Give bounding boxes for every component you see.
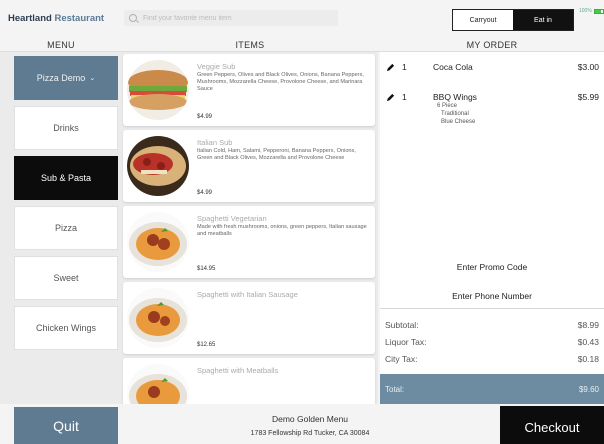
category-chicken-wings[interactable]: Chicken Wings bbox=[14, 306, 118, 350]
item-image bbox=[127, 60, 189, 120]
brand-subtitle: Restaurant bbox=[54, 12, 105, 24]
order-line-modifier: 6 Piece bbox=[437, 103, 458, 109]
pencil-icon[interactable] bbox=[386, 63, 395, 72]
category-label: Pizza bbox=[54, 223, 77, 233]
order-line-amount: $3.00 bbox=[577, 62, 599, 72]
item-image bbox=[127, 136, 189, 196]
item-price: $14.95 bbox=[197, 266, 216, 272]
pencil-icon[interactable] bbox=[386, 93, 395, 102]
order-line-modifier: Blue Cheese bbox=[441, 119, 476, 125]
item-price: $12.65 bbox=[197, 342, 216, 348]
chevron-down-icon: ⌄ bbox=[89, 75, 96, 82]
item-price: $4.99 bbox=[197, 190, 213, 196]
subtotal-value: $8.99 bbox=[577, 320, 599, 330]
promo-code-button[interactable]: Enter Promo Code bbox=[380, 262, 604, 272]
item-image bbox=[127, 212, 189, 272]
order-line-name: BBQ Wings bbox=[433, 92, 477, 102]
total-bar: Total: $9.60 bbox=[380, 374, 604, 404]
liquor-tax-row: Liquor Tax: $0.43 bbox=[385, 337, 599, 347]
item-card[interactable]: Italian Sub Italian Cold, Ham, Salami, P… bbox=[123, 130, 375, 202]
header: Heartland Restaurant Carryout Eat in 100… bbox=[0, 0, 604, 36]
item-title: Spaghetti Vegetarian bbox=[197, 214, 267, 223]
subtotal-row: Subtotal: $8.99 bbox=[385, 320, 599, 330]
order-line-modifier: Traditional bbox=[441, 111, 469, 117]
category-label: Sub & Pasta bbox=[40, 173, 92, 183]
battery-percent: 100% bbox=[579, 8, 592, 14]
category-label: Pizza Demo bbox=[36, 73, 86, 83]
item-description: Italian Cold, Ham, Salami, Pepperoni, Ba… bbox=[197, 148, 356, 161]
city-tax-label: City Tax: bbox=[385, 354, 418, 364]
order-type-toggle[interactable]: Carryout Eat in bbox=[452, 9, 574, 31]
category-pizza-demo[interactable]: Pizza Demo ⌄ bbox=[14, 56, 118, 100]
search-input[interactable] bbox=[143, 14, 323, 22]
category-sub-pasta[interactable]: Sub & Pasta bbox=[14, 156, 118, 200]
category-label: Drinks bbox=[53, 123, 79, 133]
item-title: Spaghetti with Italian Sausage bbox=[197, 290, 298, 299]
category-label: Chicken Wings bbox=[35, 323, 97, 333]
order-line-name: Coca Cola bbox=[433, 62, 473, 72]
items-list: Veggie Sub Green Peppers, Olives and Bla… bbox=[120, 52, 378, 404]
totals-divider bbox=[380, 308, 604, 309]
store-address: 1783 Fellowship Rd Tucker, CA 30084 bbox=[250, 430, 370, 437]
item-image bbox=[127, 364, 189, 404]
category-label: Sweet bbox=[53, 273, 79, 283]
category-sweet[interactable]: Sweet bbox=[14, 256, 118, 300]
item-card[interactable]: Spaghetti with Italian Sausage $12.65 bbox=[123, 282, 375, 354]
order-line-qty: 1 bbox=[402, 62, 407, 72]
order-line-amount: $5.99 bbox=[577, 92, 599, 102]
order-panel: 1 Coca Cola $3.00 1 BBQ Wings $5.99 6 Pi… bbox=[380, 52, 604, 404]
total-label: Total: bbox=[385, 384, 405, 394]
liquor-tax-value: $0.43 bbox=[577, 337, 599, 347]
category-drinks[interactable]: Drinks bbox=[14, 106, 118, 150]
item-title: Spaghetti with Meatballs bbox=[197, 366, 279, 375]
liquor-tax-label: Liquor Tax: bbox=[385, 337, 427, 347]
pos-screen: Heartland Restaurant Carryout Eat in 100… bbox=[0, 0, 604, 444]
item-card[interactable]: Spaghetti Vegetarian Made with fresh mus… bbox=[123, 206, 375, 278]
footer: Quit Demo Golden Menu 1783 Fellowship Rd… bbox=[0, 404, 604, 444]
city-tax-row: City Tax: $0.18 bbox=[385, 354, 599, 364]
item-description: Green Peppers, Olives and Black Olives, … bbox=[197, 72, 364, 92]
eat-in-option[interactable]: Eat in bbox=[513, 10, 573, 30]
item-card[interactable]: Veggie Sub Green Peppers, Olives and Bla… bbox=[123, 54, 375, 126]
quit-button[interactable]: Quit bbox=[14, 407, 118, 444]
brand-logo: Heartland Restaurant bbox=[0, 13, 104, 24]
category-pizza[interactable]: Pizza bbox=[14, 206, 118, 250]
brand-name: Heartland bbox=[8, 12, 52, 24]
status-indicator: 100% bbox=[579, 8, 604, 14]
phone-number-button[interactable]: Enter Phone Number bbox=[380, 291, 604, 301]
item-price: $4.99 bbox=[197, 114, 213, 120]
item-card[interactable]: Spaghetti with Meatballs bbox=[123, 358, 375, 404]
item-title: Veggie Sub bbox=[197, 62, 236, 71]
item-image bbox=[127, 288, 189, 348]
order-line-qty: 1 bbox=[402, 92, 407, 102]
item-description: Made with fresh mushrooms, onions, green… bbox=[197, 224, 367, 237]
search-bar[interactable] bbox=[124, 10, 338, 26]
subtotal-label: Subtotal: bbox=[385, 320, 419, 330]
menu-category-list: Pizza Demo ⌄ Drinks Sub & Pasta Pizza Sw… bbox=[0, 52, 122, 404]
checkout-button[interactable]: Checkout bbox=[500, 406, 604, 444]
total-value: $9.60 bbox=[578, 384, 599, 394]
order-column-title: MY ORDER bbox=[466, 40, 518, 50]
search-icon bbox=[129, 14, 137, 22]
items-column-title: ITEMS bbox=[235, 40, 265, 50]
store-info: Demo Golden Menu 1783 Fellowship Rd Tuck… bbox=[200, 414, 420, 437]
city-tax-value: $0.18 bbox=[577, 354, 599, 364]
item-title: Italian Sub bbox=[197, 138, 233, 147]
battery-icon bbox=[593, 8, 604, 14]
store-name: Demo Golden Menu bbox=[271, 414, 349, 424]
menu-column-title: MENU bbox=[47, 40, 75, 50]
carryout-option[interactable]: Carryout bbox=[453, 10, 513, 30]
